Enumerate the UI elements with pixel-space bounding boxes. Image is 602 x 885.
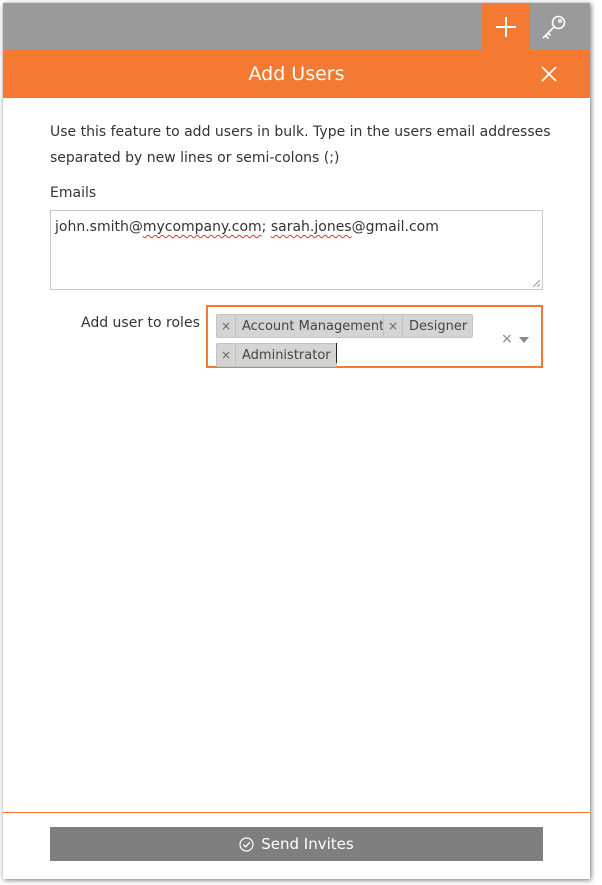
email-text-segment: john.smith@: [55, 219, 143, 235]
email-text-segment: @gmail.com: [351, 219, 439, 235]
email-text-misspelled: sarah.jones: [270, 219, 352, 235]
remove-tag-icon[interactable]: ×: [217, 344, 236, 366]
roles-multiselect[interactable]: × Account Management × Designer × Admini…: [206, 305, 543, 368]
intro-line-2: separated by new lines or semi-colons (;…: [50, 150, 340, 166]
clear-all-icon[interactable]: ×: [501, 331, 513, 347]
chevron-down-icon[interactable]: [519, 337, 529, 343]
send-invites-label: Send Invites: [261, 835, 354, 853]
email-text-segment: ;: [261, 219, 271, 235]
role-tag-label: Designer: [409, 318, 468, 334]
key-button[interactable]: [530, 3, 578, 50]
role-tag: × Account Management: [216, 314, 391, 338]
emails-value: john.smith@mycompany.com; sarah.jones@gm…: [55, 219, 439, 235]
resize-grip-icon[interactable]: [532, 279, 541, 288]
role-tag: × Administrator: [216, 343, 337, 367]
close-icon: [541, 66, 557, 82]
roles-label: Add user to roles: [81, 315, 200, 331]
add-users-window: Add Users Use this feature to add users …: [3, 3, 590, 879]
emails-textarea[interactable]: john.smith@mycompany.com; sarah.jones@gm…: [50, 210, 543, 290]
check-circle-icon: [239, 836, 254, 852]
remove-tag-icon[interactable]: ×: [217, 315, 236, 337]
remove-tag-icon[interactable]: ×: [384, 315, 403, 337]
close-button[interactable]: [536, 61, 562, 87]
intro-line-1: Use this feature to add users in bulk. T…: [50, 124, 551, 140]
plus-icon: [496, 16, 516, 37]
dialog-header: Add Users: [3, 50, 590, 98]
top-toolbar: [3, 3, 590, 50]
footer-divider: [3, 812, 590, 813]
key-icon: [542, 15, 566, 39]
role-tag-label: Administrator: [242, 347, 331, 363]
email-text-misspelled: mycompany.com: [142, 219, 262, 235]
role-tag-label: Account Management: [242, 318, 385, 334]
intro-text: Use this feature to add users in bulk. T…: [50, 119, 560, 171]
dialog-title: Add Users: [248, 63, 345, 85]
add-button[interactable]: [482, 3, 530, 50]
emails-label: Emails: [50, 185, 97, 201]
role-tag: × Designer: [383, 314, 474, 338]
send-invites-button[interactable]: Send Invites: [50, 827, 543, 861]
text-cursor: [336, 343, 337, 363]
